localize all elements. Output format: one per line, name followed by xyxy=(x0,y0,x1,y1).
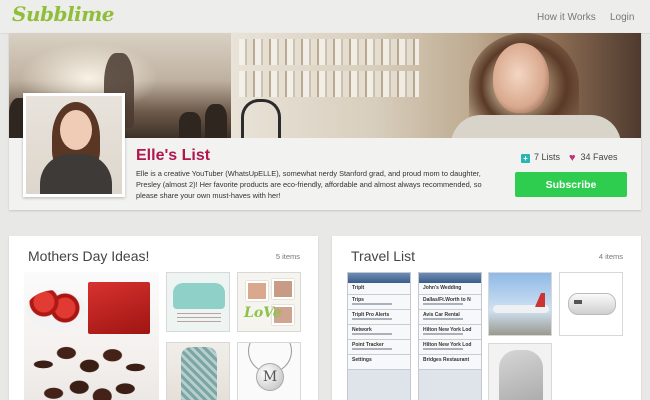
subblime-logo[interactable]: Subblime xyxy=(12,2,115,26)
initial-necklace-thumbnail[interactable]: M xyxy=(237,342,301,400)
necklace-pendant: M xyxy=(256,363,284,391)
phone-row-subtext xyxy=(423,318,463,320)
phone-row-subtext xyxy=(352,348,392,350)
lists-count: 7 Lists xyxy=(534,152,561,162)
faves-stat[interactable]: ♥ 34 Faves xyxy=(569,152,618,164)
phone-header-bar xyxy=(348,273,410,283)
phone-row-subtext xyxy=(423,303,463,305)
airplane-thumbnail[interactable] xyxy=(488,272,552,336)
card-car-illustration xyxy=(173,283,225,309)
frame-love-text: LoVe xyxy=(244,305,282,321)
phone-row-subtext xyxy=(423,333,463,335)
dipped-strawberries xyxy=(28,334,156,400)
charger-body xyxy=(568,293,616,315)
usb-car-charger-thumbnail[interactable] xyxy=(559,272,623,336)
phone-row-subtext xyxy=(352,333,392,335)
phone-row: Point Tracker xyxy=(348,340,410,355)
list-card-mothers-day[interactable]: Mothers Day Ideas! 5 items LoVe M xyxy=(9,236,318,400)
cover-shirt xyxy=(451,115,621,138)
phone-row-title: John's Wedding xyxy=(423,285,462,291)
phone-row: TripIt xyxy=(348,283,410,295)
scarf-shape xyxy=(181,347,217,400)
gift-box xyxy=(88,282,150,334)
phone-row-subtext xyxy=(352,318,392,320)
nav-login-link[interactable]: Login xyxy=(610,12,634,23)
avatar-body xyxy=(40,154,112,194)
avatar[interactable] xyxy=(23,93,125,197)
trip-itinerary-thumbnail[interactable]: John's Wedding Dallas/Ft.Worth to N Avis… xyxy=(418,272,482,400)
strawberry-bowl xyxy=(26,290,86,330)
profile-bio: Elle is a creative YouTuber (WhatsUpELLE… xyxy=(136,169,482,200)
cover-photo-right xyxy=(231,33,641,138)
cover-tree xyxy=(205,104,227,138)
heart-icon: ♥ xyxy=(569,152,576,164)
hoodie-shape xyxy=(499,350,543,400)
cover-face xyxy=(493,43,549,113)
phone-row-subtext xyxy=(352,303,392,305)
hoodie-thumbnail[interactable] xyxy=(488,343,552,400)
phone-row: John's Wedding xyxy=(419,283,481,295)
frame-photo xyxy=(272,279,294,299)
phone-row-title: TripIt xyxy=(352,285,365,291)
avatar-face xyxy=(60,110,92,150)
card-item-count: 4 items xyxy=(598,252,623,261)
card-title[interactable]: Mothers Day Ideas! xyxy=(28,248,149,264)
cover-bookshelf xyxy=(239,39,419,65)
scarf-thumbnail[interactable] xyxy=(166,342,230,400)
profile-panel: Elle's List Elle is a creative YouTuber … xyxy=(9,33,641,210)
phone-row: Settings xyxy=(348,355,410,370)
photo-frame-thumbnail[interactable]: LoVe xyxy=(237,272,301,332)
plus-icon: + xyxy=(521,154,530,163)
phone-row: Avis Car Rental xyxy=(419,310,481,325)
phone-row-title: Settings xyxy=(352,357,372,363)
phone-row: Trips xyxy=(348,295,410,310)
phone-row: Hilton New York Lod xyxy=(419,325,481,340)
plane-tail xyxy=(535,293,545,307)
faves-count: 34 Faves xyxy=(580,152,618,162)
cover-chair xyxy=(241,99,281,138)
phone-row: TripIt Pro Alerts xyxy=(348,310,410,325)
tripit-app-thumbnail[interactable]: TripIt Trips TripIt Pro Alerts Network P… xyxy=(347,272,411,400)
phone-row: Hilton New York Lod xyxy=(419,340,481,355)
usb-port xyxy=(574,300,582,304)
nav-how-it-works-link[interactable]: How it Works xyxy=(537,12,596,23)
phone-row: Bridges Restaurant xyxy=(419,355,481,370)
phone-row: Network xyxy=(348,325,410,340)
lists-stat[interactable]: +7 Lists xyxy=(521,152,560,163)
phone-row-subtext xyxy=(423,348,463,350)
phone-row: Dallas/Ft.Worth to N xyxy=(419,295,481,310)
mothers-day-card-thumbnail[interactable] xyxy=(166,272,230,332)
cover-bookshelf xyxy=(239,71,419,97)
chocolate-strawberries-thumbnail[interactable] xyxy=(24,272,159,400)
card-text-lines xyxy=(177,313,221,325)
phone-row-title: Bridges Restaurant xyxy=(423,357,470,363)
phone-header-bar xyxy=(419,273,481,283)
cover-tree xyxy=(179,112,201,138)
card-item-count: 5 items xyxy=(275,252,300,261)
subscribe-button[interactable]: Subscribe xyxy=(515,172,627,197)
card-title[interactable]: Travel List xyxy=(351,248,415,264)
page-title: Elle's List xyxy=(136,147,211,164)
list-card-travel[interactable]: Travel List 4 items TripIt Trips TripIt … xyxy=(332,236,641,400)
frame-photo xyxy=(246,281,268,301)
avatar-photo xyxy=(26,96,122,194)
top-bar: Subblime How it Works Login xyxy=(0,0,650,34)
